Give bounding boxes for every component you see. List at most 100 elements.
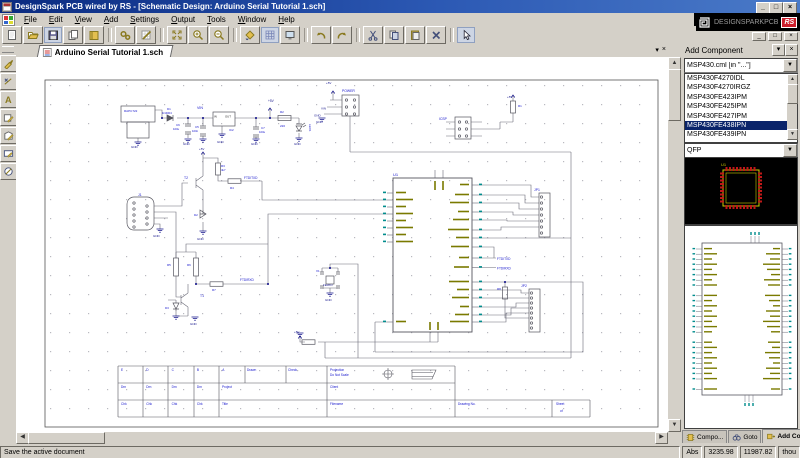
package-combo[interactable]: QFP ▼: [684, 143, 798, 158]
menu-item-settings[interactable]: Settings: [124, 13, 165, 26]
panel-tab-goto[interactable]: Goto: [728, 430, 761, 443]
doc-new-button[interactable]: [2, 26, 22, 44]
doc-save-button[interactable]: [44, 27, 62, 43]
doc-open-icon: [27, 29, 39, 41]
svg-text:Drawing No.: Drawing No.: [458, 402, 476, 406]
schematic-drawing: RAPC722D11N4004VINC6100uC5100nINOUTIC2C7…: [16, 57, 668, 432]
shape-add-tool-button[interactable]: [0, 127, 17, 144]
component-list[interactable]: MSP430F4270IDLMSP430F4270IRGZMSP430FE423…: [684, 73, 798, 143]
drc-button[interactable]: [136, 26, 156, 44]
component-list-item[interactable]: MSP430FE425IPM: [685, 102, 797, 111]
toolbar-separator: [450, 28, 454, 42]
colors-icon: [244, 29, 256, 41]
component-list-item[interactable]: MSP430F4270IRGZ: [685, 83, 797, 92]
svg-text:FERKO: FERKO: [323, 283, 333, 287]
svg-text:Filename: Filename: [330, 402, 343, 406]
gears-button[interactable]: [115, 26, 135, 44]
ellipse-tool-tool-button[interactable]: [0, 163, 17, 180]
text-icon: A: [3, 94, 14, 105]
doc-book-button[interactable]: [84, 26, 104, 44]
toolbar-grip: [2, 46, 14, 53]
menu-item-window[interactable]: Window: [232, 13, 272, 26]
redo-button[interactable]: [332, 26, 352, 44]
horizontal-scrollbar[interactable]: ◀ ▶: [16, 432, 668, 443]
designspark-logo-icon: [698, 16, 711, 29]
footprint-preview: U1: [684, 157, 798, 225]
svg-text:+5V: +5V: [507, 95, 512, 99]
panel-tab-bar: Compo...GotoAdd Co...: [682, 430, 800, 443]
panel-close-button[interactable]: ×: [785, 44, 798, 56]
shape-edit-icon: [3, 112, 14, 123]
doc-close-button[interactable]: ×: [784, 32, 798, 41]
schematic-canvas[interactable]: RAPC722D11N4004VINC6100uC5100nINOUTIC2C7…: [16, 57, 668, 432]
zoom-in-button[interactable]: [188, 26, 208, 44]
list-scroll-thumb[interactable]: [787, 84, 798, 104]
svg-text:LED1: LED1: [308, 124, 312, 132]
monitor-button[interactable]: [280, 26, 300, 44]
tab-menu-button[interactable]: ▾: [655, 46, 659, 54]
drc-icon: [140, 29, 152, 41]
zoom-out-button[interactable]: [209, 26, 229, 44]
component-list-scrollbar[interactable]: ▲ ▼: [787, 74, 797, 140]
package-combo-dropdown-icon[interactable]: ▼: [783, 144, 797, 157]
svg-text:B: B: [197, 368, 199, 372]
cursor-button[interactable]: [457, 27, 475, 43]
svg-text:of: of: [560, 409, 563, 413]
designspark-pcb-window: DesignSpark PCB wired by RS - [Schematic…: [0, 0, 800, 458]
grid-button[interactable]: [261, 27, 279, 43]
svg-text:R2: R2: [280, 110, 284, 114]
hscroll-thumb[interactable]: [28, 432, 105, 444]
library-combo[interactable]: MSP430.cml [in "..."] ▼: [684, 58, 798, 73]
shape-edit-tool-button[interactable]: [0, 109, 17, 126]
vscroll-thumb[interactable]: [668, 69, 681, 121]
colors-button[interactable]: [240, 26, 260, 44]
paste-button[interactable]: [405, 26, 425, 44]
cut-button[interactable]: [363, 26, 383, 44]
doc-restore-button[interactable]: □: [768, 32, 782, 41]
library-combo-dropdown-icon[interactable]: ▼: [783, 59, 797, 72]
rect-tool-tool-button[interactable]: [0, 145, 17, 162]
window-title: DesignSpark PCB wired by RS - [Schematic…: [15, 0, 325, 13]
svg-text:FTDIRXD: FTDIRXD: [240, 278, 255, 282]
svg-text:GND: GND: [197, 237, 205, 241]
component-list-item[interactable]: MSP430F4270IDL: [685, 74, 797, 83]
component-list-item[interactable]: MSP430FE438IPN: [685, 121, 797, 130]
svg-text:GND: GND: [183, 142, 191, 146]
panel-tab-compo[interactable]: Compo...: [682, 430, 727, 443]
menu-item-edit[interactable]: Edit: [43, 13, 69, 26]
svg-text:JP2: JP2: [521, 284, 527, 288]
component-list-item[interactable]: MSP430FE427IPM: [685, 112, 797, 121]
svg-text:Chk: Chk: [146, 402, 152, 406]
panel-menu-button[interactable]: ▾: [772, 44, 785, 56]
undo-button[interactable]: [311, 26, 331, 44]
component-list-item[interactable]: MSP430FE439IPN: [685, 130, 797, 139]
vertical-scrollbar[interactable]: ▲ ▼: [668, 57, 680, 432]
doc-multi-button[interactable]: [63, 26, 83, 44]
title-bar: DesignSpark PCB wired by RS - [Schematic…: [0, 0, 800, 13]
tab-close-button[interactable]: ×: [662, 46, 666, 54]
menu-item-view[interactable]: View: [69, 13, 98, 26]
svg-text:Drn: Drn: [146, 385, 151, 389]
wire-tool-button[interactable]: [0, 73, 17, 90]
delete-button[interactable]: [426, 26, 446, 44]
doc-open-button[interactable]: [23, 26, 43, 44]
add-component-panel: Add Component ▾ × MSP430.cml [in "..."] …: [682, 44, 800, 443]
svg-text:D3: D3: [165, 306, 169, 310]
text-tool-button[interactable]: A: [0, 91, 17, 108]
component-list-item[interactable]: MSP430FE423IPM: [685, 93, 797, 102]
panel-tab-addco[interactable]: Add Co...: [762, 429, 800, 443]
copy-button[interactable]: [384, 26, 404, 44]
menu-item-output[interactable]: Output: [165, 13, 201, 26]
doc-minimize-button[interactable]: _: [752, 32, 766, 41]
side-toolbar: A: [0, 44, 16, 432]
library-combo-value: MSP430.cml [in "..."]: [685, 62, 783, 69]
zoom-all-button[interactable]: [167, 26, 187, 44]
menu-item-file[interactable]: File: [18, 13, 43, 26]
brush-tool-button[interactable]: [0, 55, 17, 72]
menu-item-help[interactable]: Help: [272, 13, 300, 26]
menu-item-tools[interactable]: Tools: [201, 13, 232, 26]
menu-item-add[interactable]: Add: [98, 13, 124, 26]
shape-add-icon: [3, 130, 14, 141]
svg-text:OUT: OUT: [225, 115, 231, 119]
coord-y: 11987.82: [740, 446, 777, 458]
